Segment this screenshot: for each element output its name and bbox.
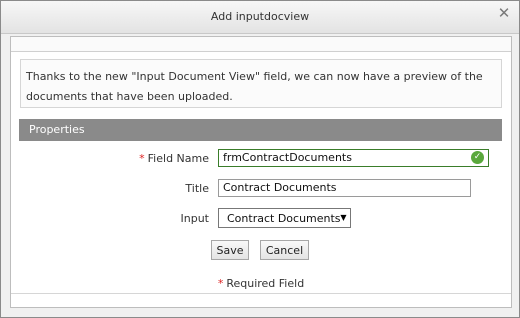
add-inputdocview-dialog: Add inputdocview ✕ Thanks to the new "In… (0, 0, 520, 318)
required-field-note: * Required Field (11, 277, 511, 290)
field-name-label: * Field Name (19, 152, 209, 165)
required-asterisk: * (217, 277, 224, 290)
properties-section-header: Properties (19, 119, 502, 141)
input-select[interactable]: Contract Documents ▼ (218, 208, 351, 228)
chevron-down-icon[interactable]: ▼ (339, 212, 348, 224)
dialog-title: Add inputdocview (210, 10, 310, 23)
valid-check-icon: ✓ (471, 151, 484, 164)
section-title: Properties (29, 123, 85, 136)
close-icon[interactable]: ✕ (497, 6, 511, 21)
field-name-label-text: Field Name (147, 152, 209, 165)
cancel-button[interactable]: Cancel (260, 240, 309, 260)
title-label: Title (185, 182, 209, 195)
top-strip (11, 37, 511, 52)
save-button[interactable]: Save (211, 240, 249, 260)
title-input[interactable]: Contract Documents (218, 179, 471, 197)
divider (11, 293, 511, 294)
input-select-value: Contract Documents (227, 212, 341, 225)
input-label: Input (180, 212, 209, 225)
field-name-input[interactable]: frmContractDocuments (218, 149, 489, 167)
dialog-content: Thanks to the new "Input Document View" … (10, 36, 512, 308)
info-message: Thanks to the new "Input Document View" … (20, 59, 502, 108)
required-field-text: Required Field (226, 277, 305, 290)
dialog-titlebar: Add inputdocview ✕ (1, 1, 519, 34)
required-asterisk: * (139, 152, 145, 165)
